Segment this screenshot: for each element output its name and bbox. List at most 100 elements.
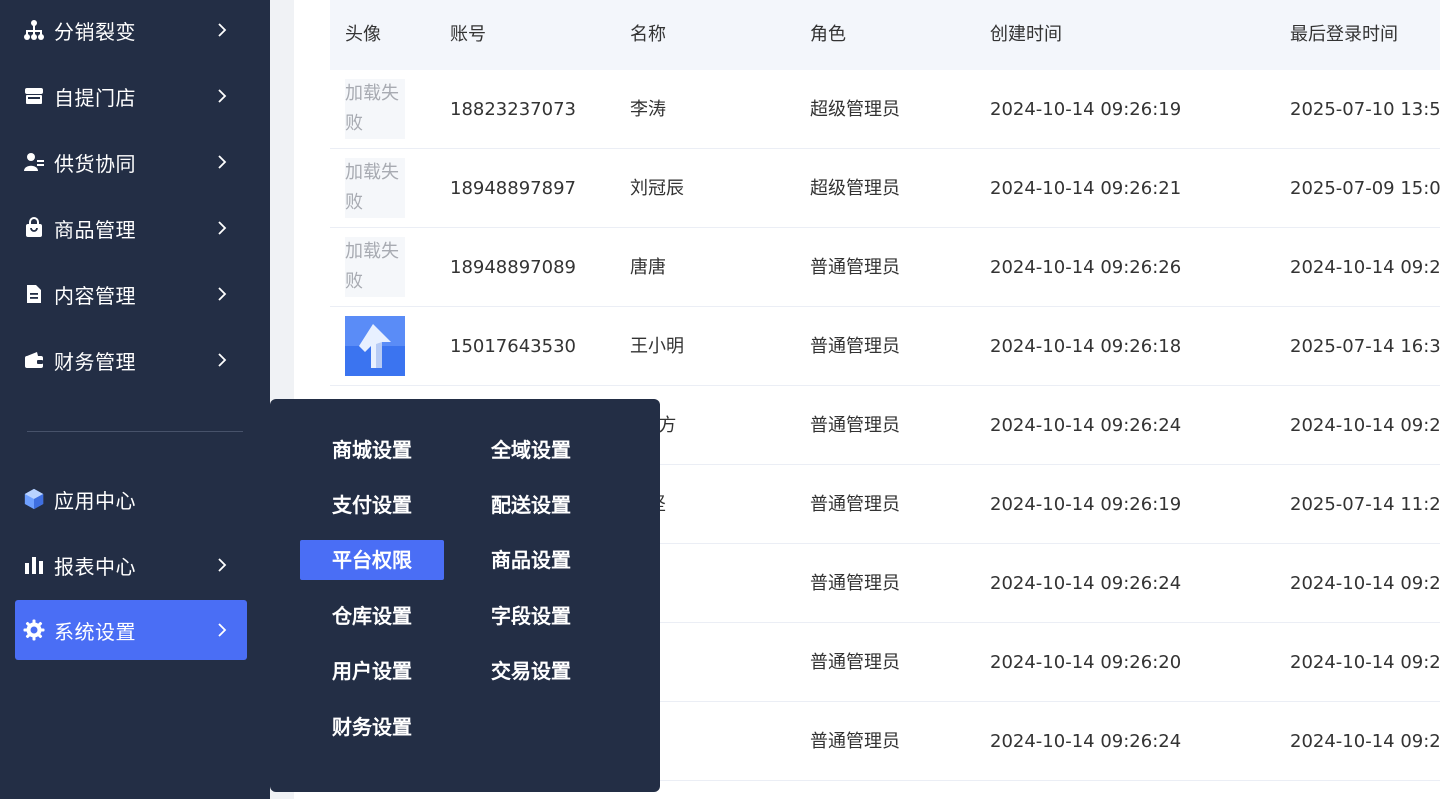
- sidebar-item-pickup-store[interactable]: 自提门店: [15, 66, 247, 126]
- table-row: 加载失败 18823237073 李涛 超级管理员 2024-10-14 09:26:1…: [330, 70, 1440, 149]
- sidebar-item-app-center[interactable]: 应用中心: [15, 469, 247, 529]
- sidebar-item-label: 应用中心: [54, 488, 136, 513]
- wallet-icon: [23, 349, 45, 371]
- arrow-avatar-icon: [345, 316, 405, 376]
- submenu-item-finance-settings[interactable]: 财务设置: [300, 707, 444, 747]
- table-row: 加载失败 18948897089 唐唐 普通管理员 2024-10-14 09:26:2…: [330, 228, 1440, 307]
- chevron-right-icon: [215, 23, 229, 37]
- chevron-right-icon: [215, 558, 229, 572]
- sidebar-item-distribution[interactable]: 分销裂变: [15, 0, 247, 60]
- avatar: 加载失败: [345, 79, 405, 139]
- document-icon: [23, 283, 45, 305]
- cell-created-time: 2024-10-14 09:26:26: [990, 257, 1182, 278]
- table-row: 15017643530 王小明 普通管理员 2024-10-14 09:26:18 20…: [330, 307, 1440, 386]
- cell-created-time: 2024-10-14 09:26:20: [990, 652, 1182, 673]
- cell-role: 普通管理员: [810, 336, 900, 357]
- cell-last-login: 2025-07-09 15:07: [1290, 178, 1440, 199]
- system-settings-submenu: 商城设置 全域设置 支付设置 配送设置 平台权限 商品设置 仓库设置 字段设置 …: [270, 399, 660, 792]
- cell-created-time: 2024-10-14 09:26:24: [990, 415, 1182, 436]
- column-header: 最后登录时间: [1290, 24, 1398, 45]
- sidebar-item-supply[interactable]: 供货协同: [15, 132, 247, 192]
- cell-last-login: 2024-10-14 09:26: [1290, 257, 1440, 278]
- cell-last-login: 2024-10-14 09:26: [1290, 573, 1440, 594]
- column-header: 创建时间: [990, 24, 1062, 45]
- submenu-item-delivery-settings[interactable]: 配送设置: [459, 485, 603, 525]
- supplier-icon: [23, 151, 45, 173]
- cell-role: 普通管理员: [810, 494, 900, 515]
- cell-last-login: 2025-07-14 11:21: [1290, 494, 1440, 515]
- column-header: 头像: [345, 24, 381, 45]
- cell-role: 普通管理员: [810, 652, 900, 673]
- submenu-item-mall-settings[interactable]: 商城设置: [300, 430, 444, 470]
- cell-created-time: 2024-10-14 09:26:24: [990, 731, 1182, 752]
- submenu-item-user-settings[interactable]: 用户设置: [300, 651, 444, 691]
- chevron-right-icon: [215, 353, 229, 367]
- submenu-item-product-settings[interactable]: 商品设置: [459, 540, 603, 580]
- cell-role: 普通管理员: [810, 573, 900, 594]
- hierarchy-icon: [23, 19, 45, 41]
- table-header: 头像 账号 名称 角色 创建时间 最后登录时间: [330, 0, 1440, 70]
- sidebar-item-label: 系统设置: [54, 619, 136, 644]
- sidebar: 分销裂变 自提门店 供货协同 商品管理 内容管理 财务管理 应用中心 报表中心 …: [0, 0, 270, 799]
- column-header: 名称: [630, 24, 666, 45]
- sidebar-item-label: 财务管理: [54, 349, 136, 374]
- sidebar-item-content[interactable]: 内容管理: [15, 264, 247, 324]
- submenu-item-payment-settings[interactable]: 支付设置: [300, 485, 444, 525]
- cell-name: 李涛: [630, 99, 666, 120]
- cell-created-time: 2024-10-14 09:26:21: [990, 178, 1182, 199]
- cell-name: 王小明: [630, 336, 684, 357]
- sidebar-item-label: 内容管理: [54, 283, 136, 308]
- column-header: 角色: [810, 24, 846, 45]
- cell-created-time: 2024-10-14 09:26:18: [990, 336, 1182, 357]
- shopping-bag-icon: [23, 217, 45, 239]
- cell-name: 刘冠辰: [630, 178, 684, 199]
- cell-role: 超级管理员: [810, 178, 900, 199]
- submenu-item-platform-permissions[interactable]: 平台权限: [300, 540, 444, 580]
- cell-role: 普通管理员: [810, 257, 900, 278]
- chevron-right-icon: [215, 287, 229, 301]
- app-cube-icon: [23, 488, 45, 510]
- cell-created-time: 2024-10-14 09:26:19: [990, 494, 1182, 515]
- avatar: 加载失败: [345, 158, 405, 218]
- sidebar-item-products[interactable]: 商品管理: [15, 198, 247, 258]
- avatar: [345, 316, 405, 376]
- table-row: 加载失败 18948897897 刘冠辰 超级管理员 2024-10-14 09:26:…: [330, 149, 1440, 228]
- cell-role: 普通管理员: [810, 731, 900, 752]
- gear-icon: [23, 619, 45, 641]
- cell-created-time: 2024-10-14 09:26:19: [990, 99, 1182, 120]
- cell-role: 超级管理员: [810, 99, 900, 120]
- chevron-right-icon: [215, 89, 229, 103]
- sidebar-item-label: 自提门店: [54, 85, 136, 110]
- submenu-item-trade-settings[interactable]: 交易设置: [459, 651, 603, 691]
- cell-account: 18948897897: [450, 178, 576, 199]
- sidebar-divider: [27, 431, 243, 432]
- submenu-item-global-settings[interactable]: 全域设置: [459, 430, 603, 470]
- bar-chart-icon: [23, 554, 45, 576]
- chevron-right-icon: [215, 623, 229, 637]
- cell-account: 18823237073: [450, 99, 576, 120]
- store-icon: [23, 85, 45, 107]
- chevron-right-icon: [215, 221, 229, 235]
- cell-role: 普通管理员: [810, 415, 900, 436]
- chevron-right-icon: [215, 155, 229, 169]
- submenu-item-field-settings[interactable]: 字段设置: [459, 596, 603, 636]
- cell-account: 15017643530: [450, 336, 576, 357]
- cell-name: 唐唐: [630, 257, 666, 278]
- cell-account: 18948897089: [450, 257, 576, 278]
- sidebar-item-reports[interactable]: 报表中心: [15, 535, 247, 595]
- avatar: 加载失败: [345, 237, 405, 297]
- sidebar-item-finance[interactable]: 财务管理: [15, 330, 247, 390]
- sidebar-item-label: 报表中心: [54, 554, 136, 579]
- cell-last-login: 2025-07-14 16:36: [1290, 336, 1440, 357]
- sidebar-item-label: 供货协同: [54, 151, 136, 176]
- cell-last-login: 2024-10-14 09:26: [1290, 652, 1440, 673]
- sidebar-item-label: 分销裂变: [54, 19, 136, 44]
- sidebar-item-system-settings[interactable]: 系统设置: [15, 600, 247, 660]
- sidebar-item-label: 商品管理: [54, 217, 136, 242]
- cell-created-time: 2024-10-14 09:26:24: [990, 573, 1182, 594]
- submenu-item-warehouse-settings[interactable]: 仓库设置: [300, 596, 444, 636]
- cell-last-login: 2025-07-10 13:51: [1290, 99, 1440, 120]
- cell-last-login: 2024-10-14 09:26: [1290, 415, 1440, 436]
- cell-last-login: 2024-10-14 09:26: [1290, 731, 1440, 752]
- column-header: 账号: [450, 24, 486, 45]
